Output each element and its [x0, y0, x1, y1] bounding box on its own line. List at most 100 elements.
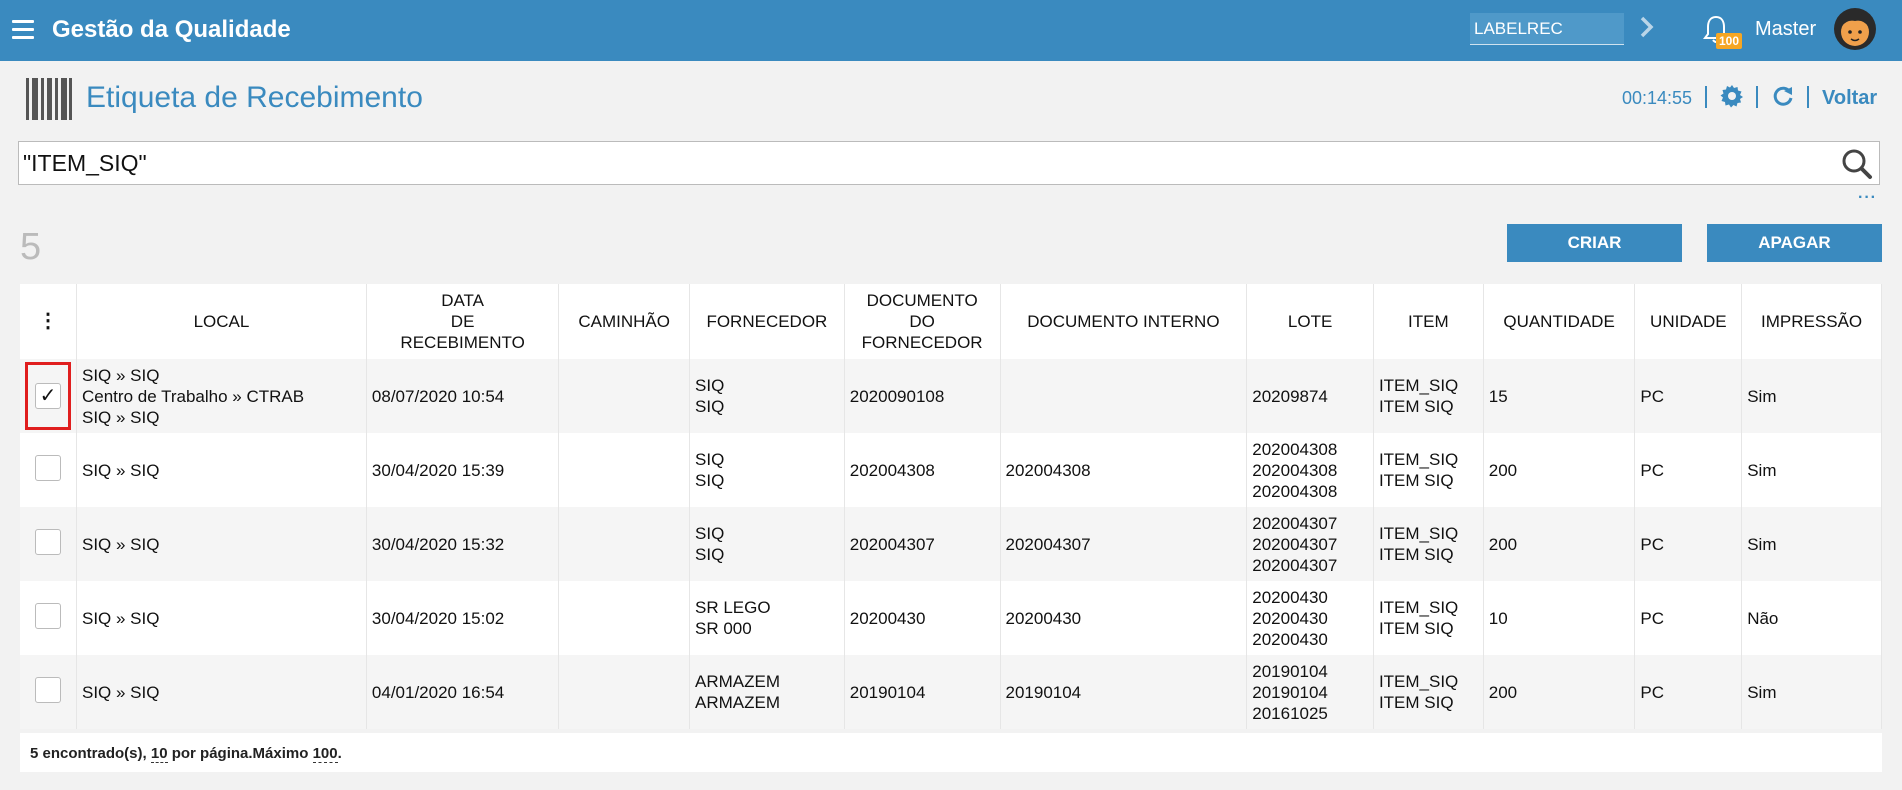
search-input[interactable] — [23, 147, 1823, 179]
back-link[interactable]: Voltar — [1822, 87, 1877, 110]
app-title: Gestão da Qualidade — [52, 16, 291, 43]
cell-quantidade: 200 — [1483, 655, 1636, 729]
user-name[interactable]: Master — [1755, 18, 1816, 41]
column-header-local[interactable]: LOCAL — [76, 284, 367, 359]
found-count: 5 encontrado(s), — [30, 745, 147, 762]
row-select-cell — [20, 581, 77, 655]
table-row[interactable]: SIQ » SIQ 30/04/2020 15:32 SIQ SIQ 202004… — [20, 507, 1882, 581]
column-header-unidade[interactable]: UNIDADE — [1634, 284, 1743, 359]
cell-impressao: Sim — [1741, 359, 1882, 433]
footer-end: . — [337, 745, 342, 762]
column-header-fornecedor[interactable]: FORNECEDOR — [689, 284, 845, 359]
cell-lote: 20190104 20190104 20161025 — [1246, 655, 1374, 729]
kebab-icon[interactable]: ⋮ — [38, 310, 58, 332]
row-checkbox[interactable] — [35, 454, 61, 481]
max-value[interactable]: 100 — [312, 745, 338, 763]
cell-fornecedor: SR LEGO SR 000 — [689, 581, 845, 655]
screen-code-input[interactable] — [1470, 13, 1624, 45]
cell-doc-fornecedor: 2020090108 — [844, 359, 1001, 433]
cell-data: 08/07/2020 10:54 — [366, 359, 560, 433]
row-checkbox[interactable] — [35, 602, 61, 629]
cell-lote: 20209874 — [1246, 359, 1374, 433]
cell-doc-interno — [1000, 359, 1248, 433]
cell-item: ITEM_SIQ ITEM SIQ — [1373, 581, 1484, 655]
chevron-right-icon[interactable] — [1638, 14, 1656, 40]
cell-fornecedor: ARMAZEM ARMAZEM — [689, 655, 845, 729]
per-page-label: por página.Máximo — [171, 745, 309, 762]
divider — [1705, 86, 1707, 108]
table-row[interactable]: ✓ SIQ » SIQ Centro de Trabalho » CTRAB SIQ… — [20, 359, 1882, 433]
cell-caminhao — [558, 433, 691, 507]
divider — [1807, 86, 1809, 108]
cell-unidade: PC — [1634, 359, 1743, 433]
cell-local: SIQ » SIQ — [76, 581, 367, 655]
cell-data: 30/04/2020 15:32 — [366, 507, 560, 581]
avatar[interactable] — [1833, 7, 1877, 51]
selection-highlight: ✓ — [25, 362, 71, 430]
cell-local: SIQ » SIQ Centro de Trabalho » CTRAB SIQ »… — [76, 359, 367, 433]
table-header-row: ⋮ LOCAL DATA DE RECEBIMENTO CAMINHÃO FORNE… — [20, 284, 1882, 359]
cell-fornecedor: SIQ SIQ — [689, 359, 845, 433]
column-header-lote[interactable]: LOTE — [1246, 284, 1374, 359]
create-button[interactable]: CRIAR — [1507, 224, 1682, 262]
hamburger-icon[interactable] — [12, 20, 34, 40]
barcode-icon — [26, 78, 72, 120]
row-checkbox[interactable]: ✓ — [35, 383, 61, 409]
column-header-item[interactable]: ITEM — [1373, 284, 1484, 359]
divider — [1756, 86, 1758, 108]
column-header-doc-fornecedor[interactable]: DOCUMENTO DO FORNECEDOR — [844, 284, 1001, 359]
column-header-impressao[interactable]: IMPRESSÃO — [1741, 284, 1882, 359]
more-options-icon[interactable]: ··· — [1858, 190, 1877, 206]
cell-local: SIQ » SIQ — [76, 655, 367, 729]
cell-doc-interno: 202004308 — [1000, 433, 1248, 507]
cell-doc-fornecedor: 202004308 — [844, 433, 1001, 507]
row-checkbox[interactable] — [35, 676, 61, 703]
cell-caminhao — [558, 655, 691, 729]
cell-caminhao — [558, 507, 691, 581]
per-page-value[interactable]: 10 — [150, 745, 168, 763]
search-box — [18, 141, 1880, 185]
cell-doc-fornecedor: 20200430 — [844, 581, 1001, 655]
cell-quantidade: 10 — [1483, 581, 1636, 655]
cell-data: 04/01/2020 16:54 — [366, 655, 560, 729]
cell-item: ITEM_SIQ ITEM SIQ — [1373, 359, 1484, 433]
column-menu[interactable]: ⋮ — [20, 284, 77, 359]
cell-unidade: PC — [1634, 507, 1743, 581]
delete-button[interactable]: APAGAR — [1707, 224, 1882, 262]
search-icon[interactable] — [1841, 148, 1873, 180]
top-bar: Gestão da Qualidade 100 Master — [0, 0, 1902, 61]
cell-quantidade: 200 — [1483, 433, 1636, 507]
row-select-cell — [20, 655, 77, 729]
cell-impressao: Sim — [1741, 507, 1882, 581]
row-checkbox[interactable] — [35, 528, 61, 555]
cell-unidade: PC — [1634, 581, 1743, 655]
cell-unidade: PC — [1634, 433, 1743, 507]
cell-fornecedor: SIQ SIQ — [689, 433, 845, 507]
column-header-data[interactable]: DATA DE RECEBIMENTO — [366, 284, 560, 359]
row-select-cell — [20, 433, 77, 507]
cell-caminhao — [558, 581, 691, 655]
column-header-caminhao[interactable]: CAMINHÃO — [558, 284, 691, 359]
table-row[interactable]: SIQ » SIQ 30/04/2020 15:02 SR LEGO SR 000… — [20, 581, 1882, 655]
column-header-quantidade[interactable]: QUANTIDADE — [1483, 284, 1636, 359]
cell-local: SIQ » SIQ — [76, 507, 367, 581]
cell-doc-interno: 20200430 — [1000, 581, 1248, 655]
refresh-icon[interactable] — [1771, 84, 1795, 108]
cell-data: 30/04/2020 15:02 — [366, 581, 560, 655]
cell-impressao: Sim — [1741, 433, 1882, 507]
cell-fornecedor: SIQ SIQ — [689, 507, 845, 581]
cell-doc-fornecedor: 20190104 — [844, 655, 1001, 729]
cell-item: ITEM_SIQ ITEM SIQ — [1373, 433, 1484, 507]
row-select-cell: ✓ — [20, 359, 77, 433]
cell-unidade: PC — [1634, 655, 1743, 729]
cell-local: SIQ » SIQ — [76, 433, 367, 507]
data-table: ⋮ LOCAL DATA DE RECEBIMENTO CAMINHÃO FORNE… — [20, 284, 1882, 729]
column-header-doc-interno[interactable]: DOCUMENTO INTERNO — [1000, 284, 1248, 359]
cell-quantidade: 15 — [1483, 359, 1636, 433]
cell-doc-interno: 202004307 — [1000, 507, 1248, 581]
cell-impressao: Sim — [1741, 655, 1882, 729]
table-row[interactable]: SIQ » SIQ 04/01/2020 16:54 ARMAZEM ARMAZE… — [20, 655, 1882, 729]
table-row[interactable]: SIQ » SIQ 30/04/2020 15:39 SIQ SIQ 202004… — [20, 433, 1882, 507]
record-count: 5 — [20, 226, 42, 268]
gear-icon[interactable] — [1720, 84, 1744, 108]
